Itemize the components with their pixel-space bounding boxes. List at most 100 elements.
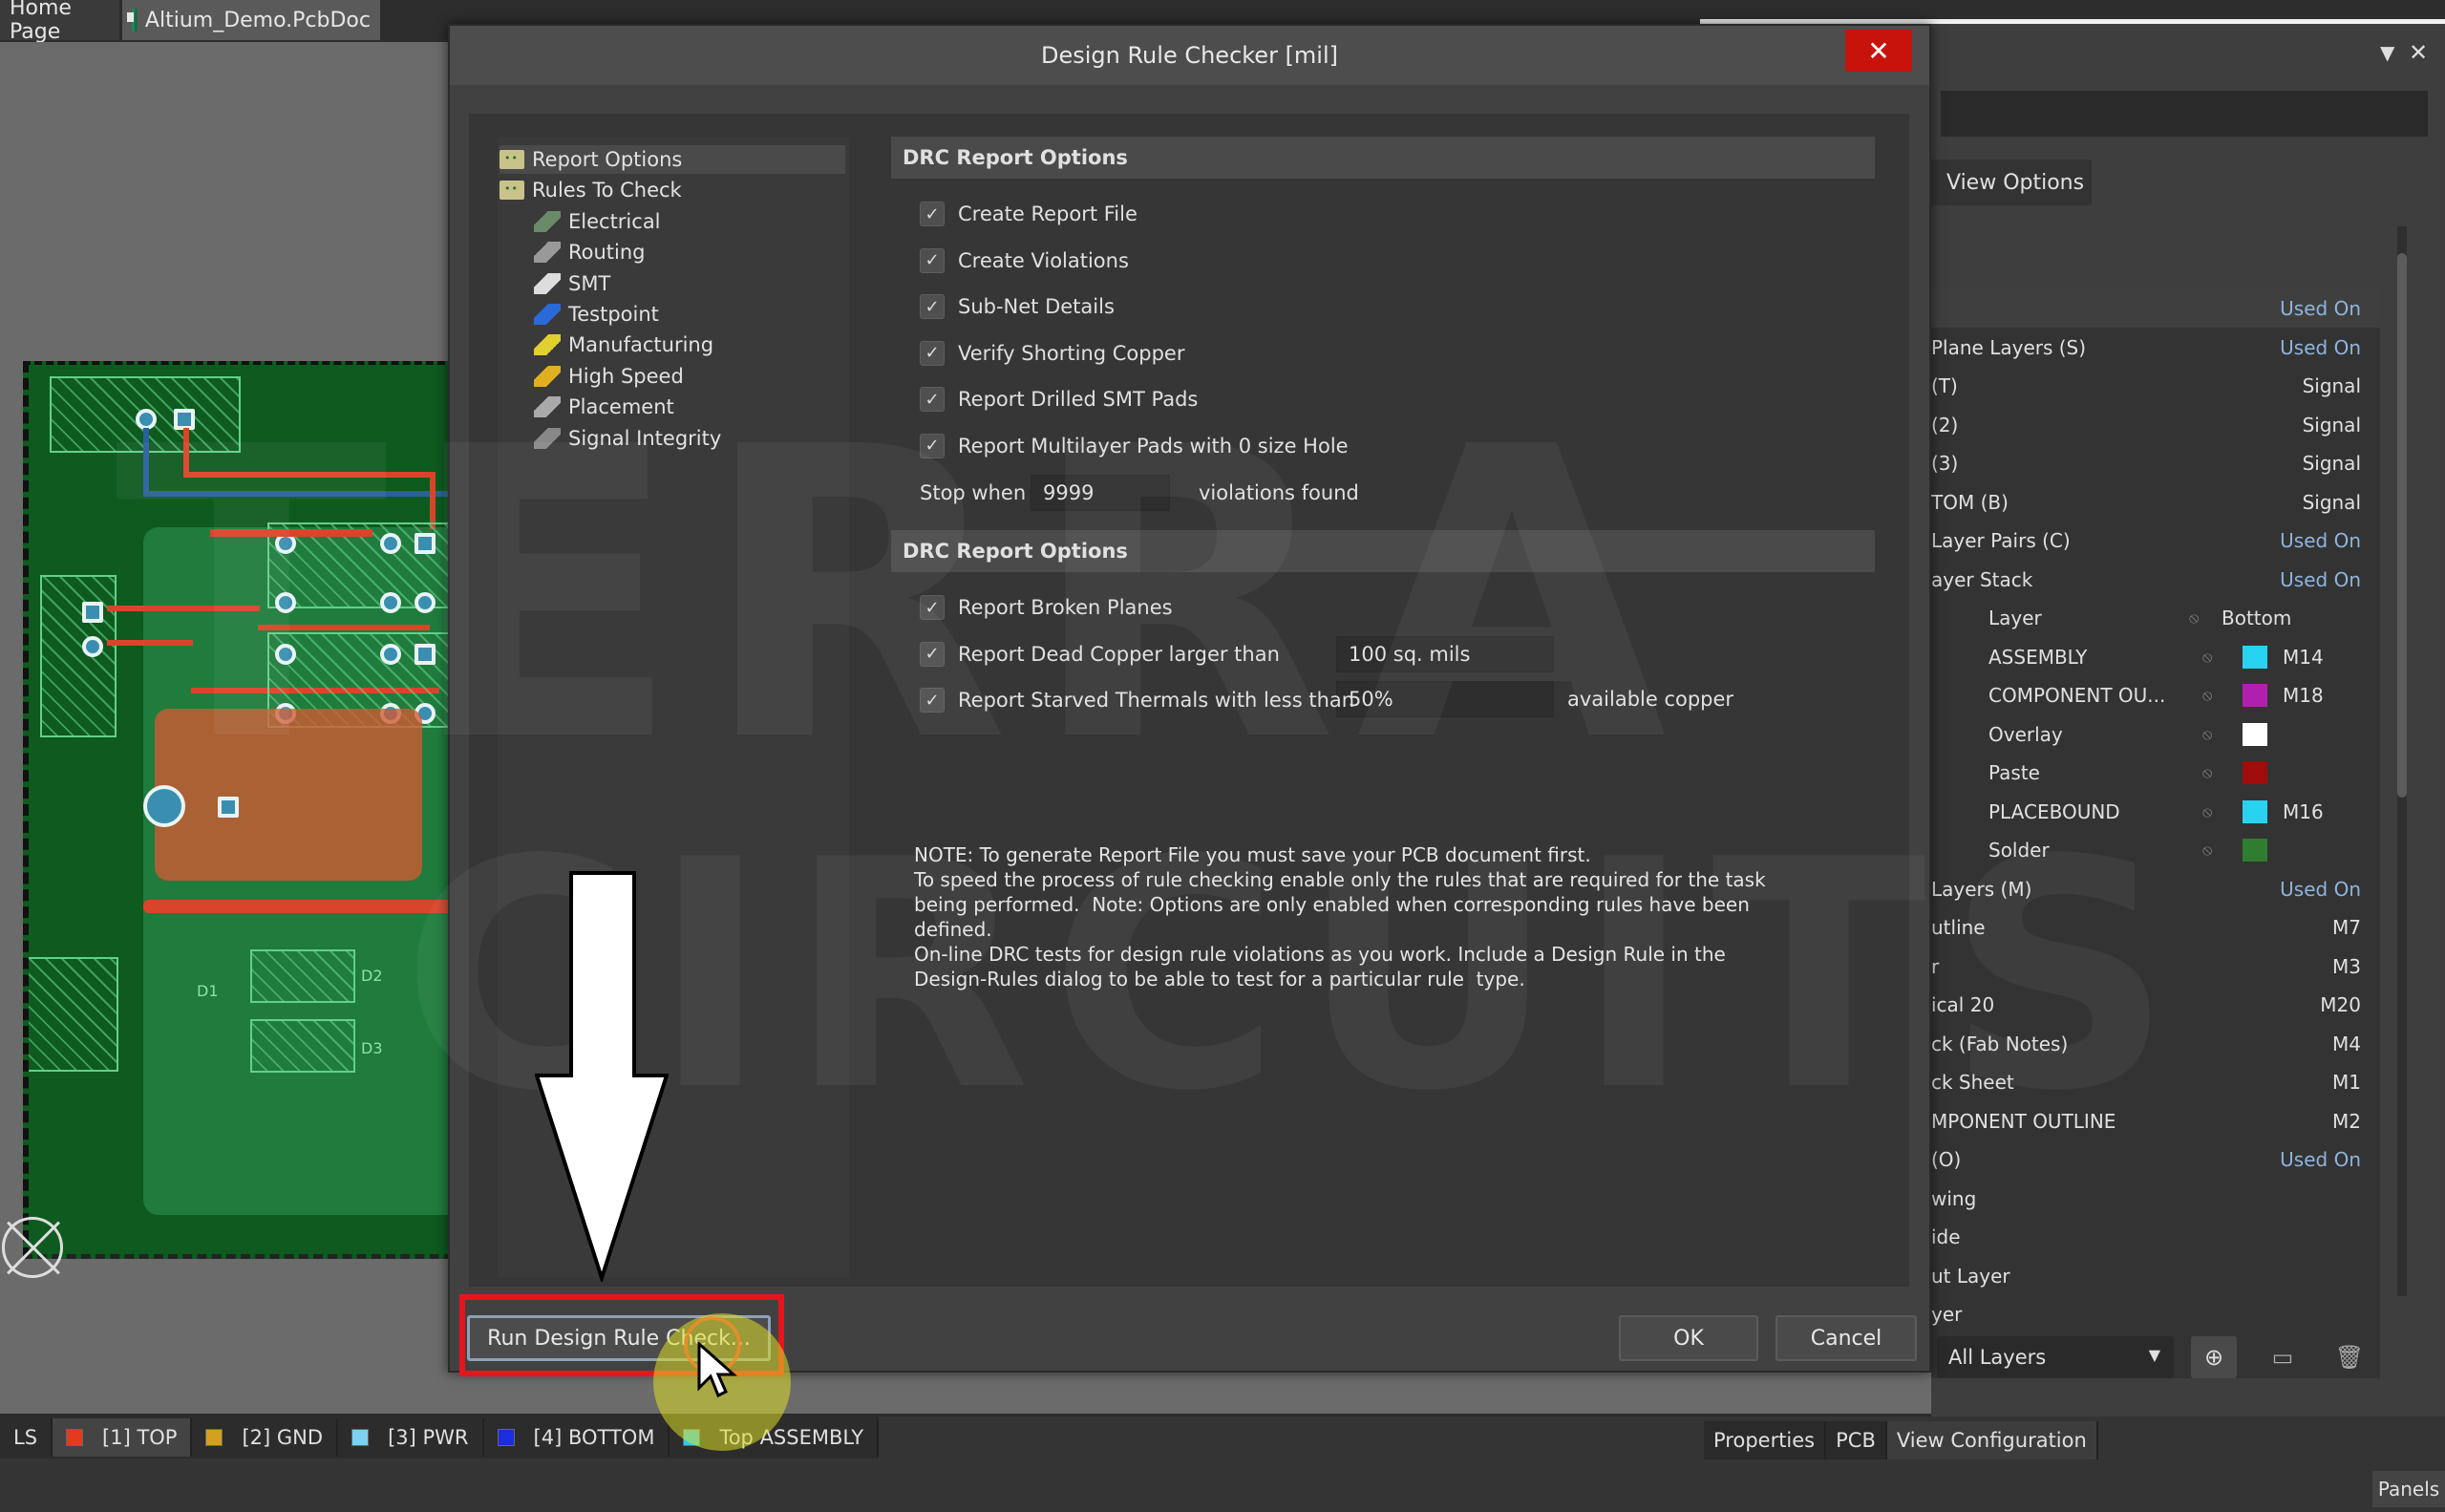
layer-group-row[interactable]: TOM (B) Signal [1931,483,2380,522]
checkbox[interactable]: ✓ [920,247,945,273]
layer-group-row[interactable]: ical 20 M20 [1931,986,2380,1024]
layer-group-row[interactable]: ide [1931,1218,2380,1256]
panel-close-icon[interactable]: ✕ [2409,39,2428,66]
layer-group-row[interactable]: r M3 [1931,948,2380,986]
layer-group-row[interactable]: ck (Fab Notes) M4 [1931,1025,2380,1063]
checkbox-create-violations[interactable]: ✓ Create Violations [920,245,1129,277]
tree-item-smt[interactable]: SMT [534,269,845,298]
tree-item-electrical[interactable]: Electrical [534,207,845,236]
layer-tab-ls[interactable]: LS [0,1418,53,1457]
layer-row[interactable]: Solder ⦸ [1931,831,2380,869]
checkbox[interactable]: ✓ [920,340,945,366]
layer-tab-2-gnd[interactable]: [2] GND [192,1418,339,1457]
checkbox[interactable]: ✓ [920,387,945,412]
save-layer-set-button[interactable]: ▭ [2260,1336,2306,1378]
tab-view-options[interactable]: View Options [1931,160,2092,205]
cancel-button[interactable]: Cancel [1775,1315,1917,1361]
tab-altium-demo-pcbdoc[interactable]: Altium_Demo.PcbDoc [122,0,380,40]
checkbox[interactable]: ✓ [920,294,945,319]
scrollbar-thumb[interactable] [2397,253,2407,798]
layer-row[interactable]: Paste ⦸ [1931,754,2380,792]
dialog-title-bar[interactable]: Design Rule Checker [mil] [450,26,1929,85]
checkbox-verify-shorting-copper[interactable]: ✓ Verify Shorting Copper [920,337,1184,370]
layer-name: Overlay [1988,722,2063,746]
visibility-toggle-icon[interactable]: ⦸ [2202,802,2223,820]
layer-group-row[interactable]: (T) Signal [1931,367,2380,405]
tree-item-label: Rules To Check [532,179,682,202]
layer-tab-3-pwr[interactable]: [3] PWR [338,1418,484,1457]
panel-tab-pcb[interactable]: PCB [1826,1421,1887,1459]
layer-group-row[interactable]: Layers (M) Used On [1931,870,2380,908]
panel-menu-dropdown-icon[interactable]: ▼ [2380,41,2394,64]
checkbox[interactable]: ✓ [920,641,945,667]
layer-tab-1-top[interactable]: [1] TOP [53,1418,193,1457]
checkbox[interactable]: ✓ [920,688,945,713]
visibility-toggle-icon[interactable]: ⦸ [2189,608,2210,627]
tree-item-routing[interactable]: Routing [534,238,845,266]
panels-button[interactable]: Panels [2372,1471,2445,1507]
starved-thermals-input[interactable]: 50% [1336,681,1554,717]
stop-when-input[interactable]: 9999 [1031,475,1170,511]
checkbox-report-dead-copper-larger-than[interactable]: ✓ Report Dead Copper larger than [920,638,1280,671]
close-button[interactable]: ✕ [1845,30,1912,72]
checkbox-sub-net-details[interactable]: ✓ Sub-Net Details [920,290,1115,323]
checkbox-create-report-file[interactable]: ✓ Create Report File [920,198,1137,230]
layer-group-row[interactable]: ck Sheet M1 [1931,1063,2380,1101]
layer-group-row[interactable]: Layer Pairs (C) Used On [1931,522,2380,560]
visibility-toggle-icon[interactable]: ⦸ [2202,686,2223,704]
add-layer-set-button[interactable]: ⊕ [2191,1336,2237,1378]
checkbox[interactable]: ✓ [920,595,945,620]
layer-color-swatch[interactable] [2243,761,2267,784]
checkbox-report-broken-planes[interactable]: ✓ Report Broken Planes [920,591,1173,624]
layer-group-row[interactable]: Plane Layers (S) Used On [1931,329,2380,367]
panel-tab-view-configuration[interactable]: View Configuration [1886,1421,2098,1459]
visibility-toggle-icon[interactable]: ⦸ [2202,841,2223,859]
layer-color-swatch[interactable] [2243,799,2267,823]
checkbox-report-multilayer-pads-with-0-size-hole[interactable]: ✓ Report Multilayer Pads with 0 size Hole [920,430,1349,462]
layer-row[interactable]: Layer ⦸ Bottom [1931,599,2380,637]
tree-item-signal-integrity[interactable]: Signal Integrity [534,424,845,453]
tree-item-report-options[interactable]: Report Options [500,145,845,174]
layer-group-row[interactable]: wing [1931,1180,2380,1218]
checkbox[interactable]: ✓ [920,202,945,226]
tree-item-testpoint[interactable]: Testpoint [534,300,845,329]
layer-group-row[interactable]: utline M7 [1931,908,2380,947]
layer-group-row[interactable]: ayer Stack Used On [1931,561,2380,599]
layer-row[interactable]: Overlay ⦸ [1931,715,2380,754]
layer-group-row[interactable]: yer [1931,1295,2380,1333]
add-icon: ⊕ [2203,1344,2224,1371]
tab-home-page[interactable]: Home Page [0,0,119,44]
layer-group-row[interactable]: (3) Signal [1931,444,2380,482]
visibility-toggle-icon[interactable]: ⦸ [2202,648,2223,666]
layer-group-row[interactable]: ut Layer [1931,1257,2380,1295]
layer-color-swatch[interactable] [2243,839,2267,862]
delete-layer-set-button[interactable]: 🗑 [2327,1336,2372,1378]
checkbox-report-starved-thermals-with-less-than[interactable]: ✓ Report Starved Thermals with less than [920,684,1354,716]
dead-copper-input[interactable]: 100 sq. mils [1336,636,1554,672]
layer-group-row[interactable]: Used On [1931,289,2380,328]
layer-row[interactable]: PLACEBOUND ⦸ M16 [1931,793,2380,831]
layer-group-row[interactable]: MPONENT OUTLINE M2 [1931,1102,2380,1140]
visibility-toggle-icon[interactable]: ⦸ [2202,763,2223,781]
layer-group-row[interactable]: (2) Signal [1931,406,2380,444]
visibility-toggle-icon[interactable]: ⦸ [2202,725,2223,743]
pcb-board[interactable]: D1 D2 D3 [23,361,468,1259]
panel-search-input[interactable] [1941,91,2428,137]
layer-set-dropdown[interactable]: All Layers ▼ [1937,1336,2174,1378]
tree-item-manufacturing[interactable]: Manufacturing [534,330,845,359]
ok-button[interactable]: OK [1619,1315,1758,1361]
layer-color-swatch[interactable] [2243,722,2267,746]
layer-value: Signal [2302,490,2361,514]
panel-tab-properties[interactable]: Properties [1704,1421,1827,1459]
layer-color-swatch[interactable] [2243,645,2267,669]
layer-group-row[interactable]: (O) Used On [1931,1140,2380,1179]
layer-color-swatch[interactable] [2243,684,2267,707]
tree-item-rules-to-check[interactable]: Rules To Check [500,176,845,204]
layer-row[interactable]: COMPONENT OU... ⦸ M18 [1931,676,2380,714]
tree-item-high-speed[interactable]: High Speed [534,362,845,391]
layer-tab-4-bottom[interactable]: [4] BOTTOM [484,1418,670,1457]
checkbox[interactable]: ✓ [920,433,945,458]
checkbox-report-drilled-smt-pads[interactable]: ✓ Report Drilled SMT Pads [920,383,1198,415]
tree-item-placement[interactable]: Placement [534,393,845,421]
layer-row[interactable]: ASSEMBLY ⦸ M14 [1931,638,2380,676]
